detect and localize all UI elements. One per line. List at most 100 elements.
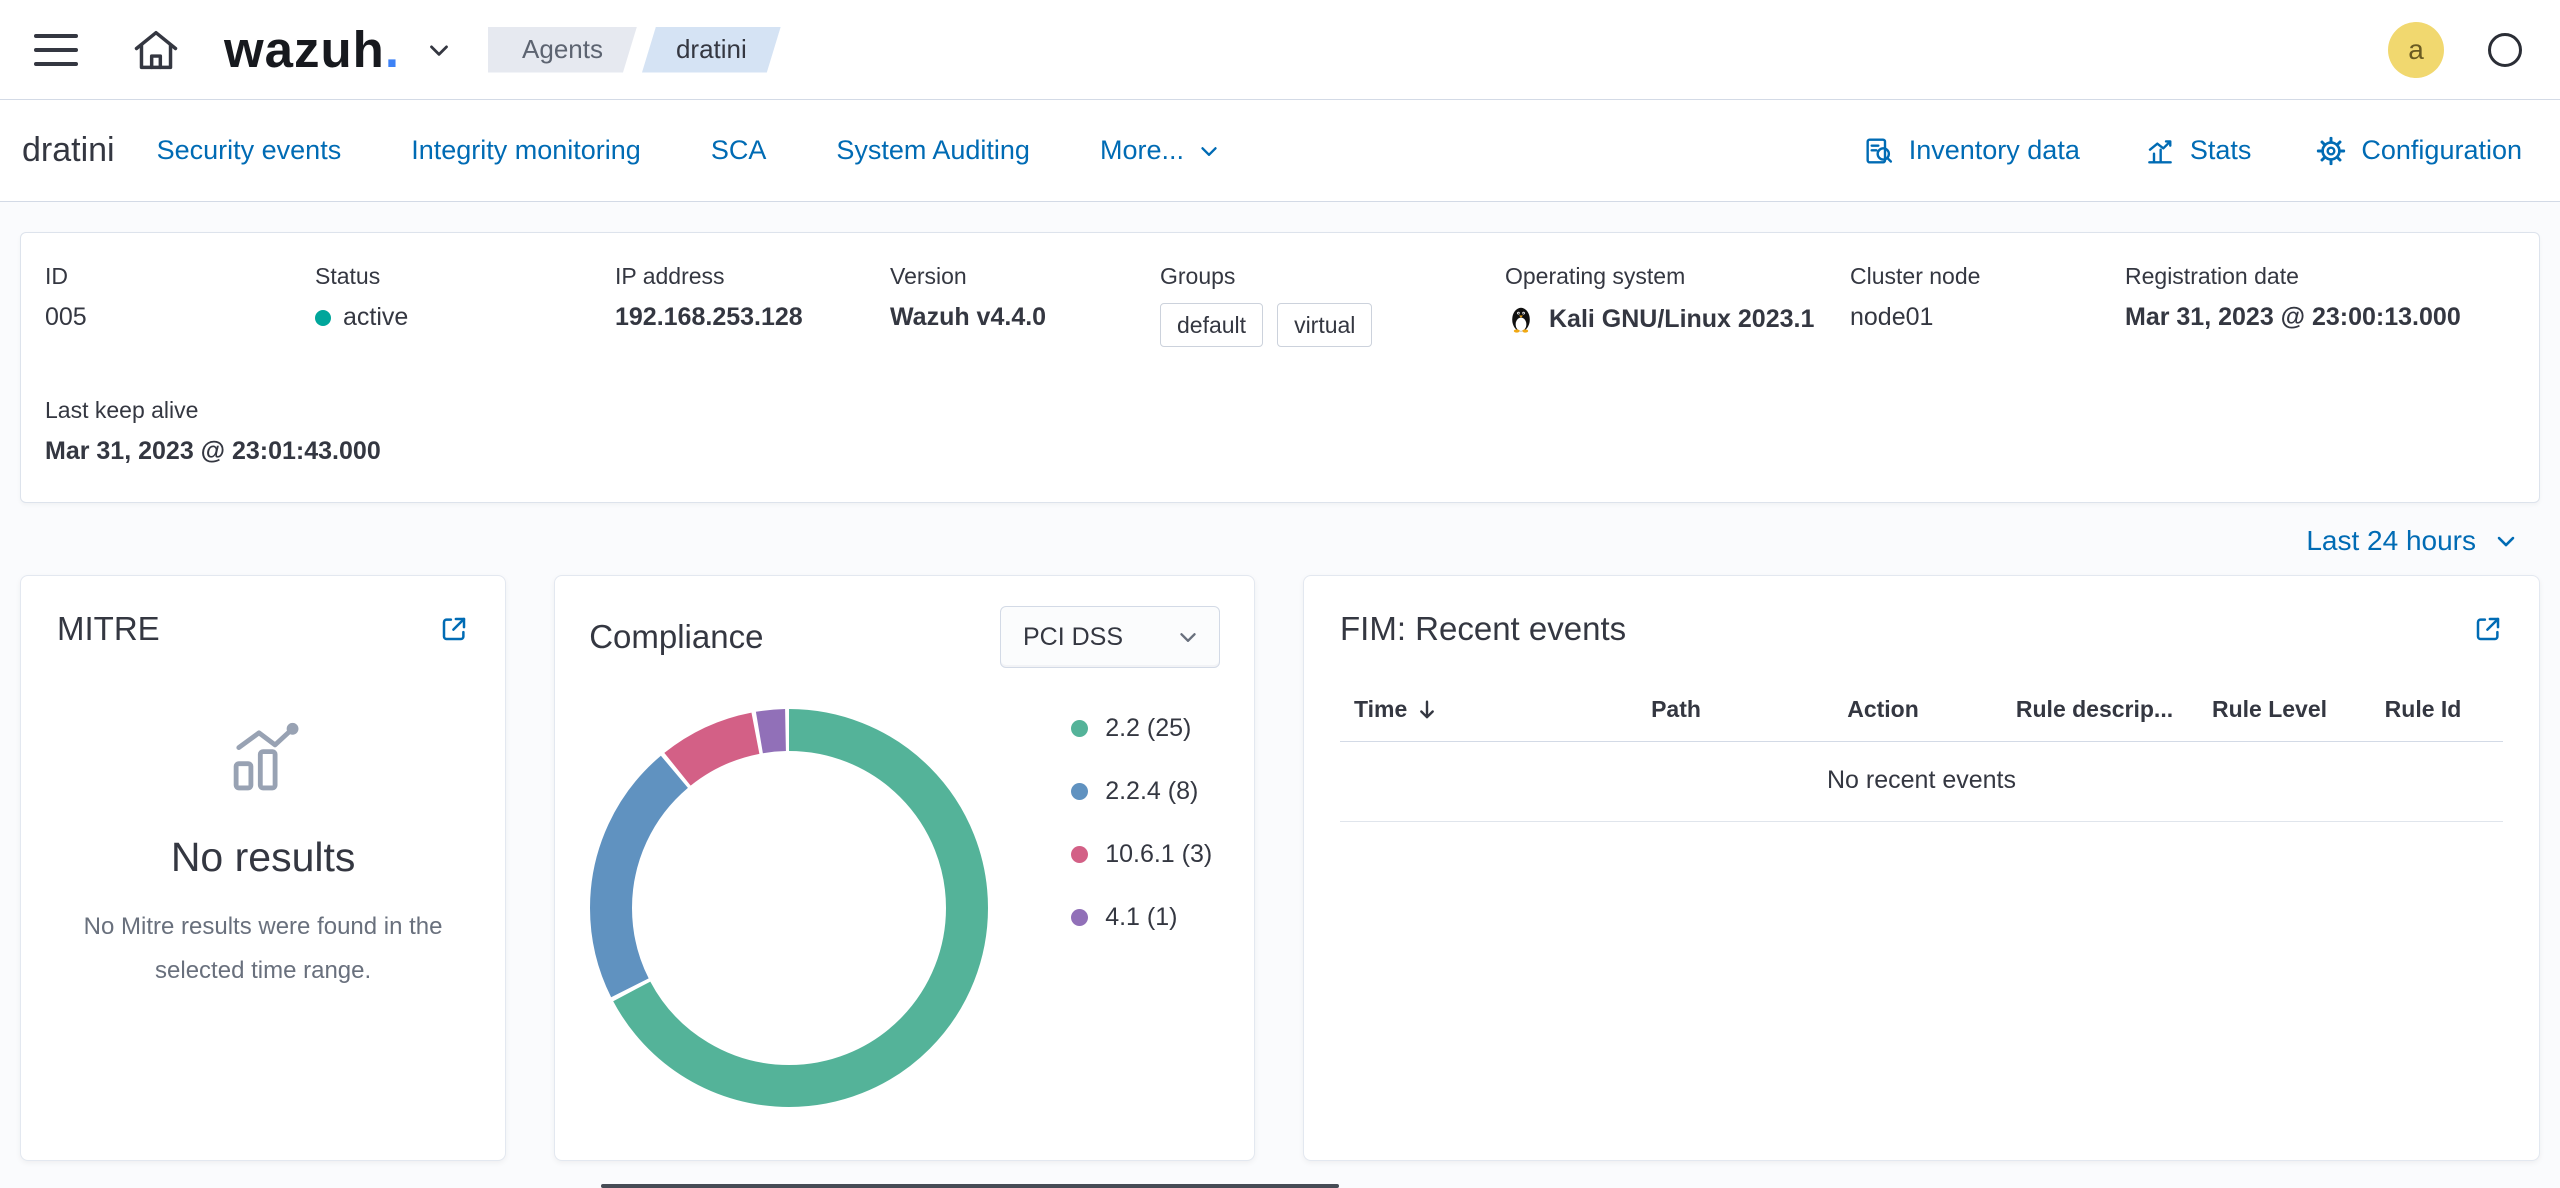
column-header-time[interactable]: Time [1340, 696, 1579, 723]
legend-item[interactable]: 4.1 (1) [1071, 903, 1212, 932]
field-os-text: Kali GNU/Linux 2023.1 [1549, 304, 1815, 333]
configuration-button[interactable]: Configuration [2315, 135, 2522, 167]
mitre-title: MITRE [57, 610, 160, 647]
compliance-legend: 2.2 (25) 2.2.4 (8) 10.6.1 (3) 4.1 (1) [1071, 714, 1212, 932]
field-ip: IP address 192.168.253.128 [615, 263, 890, 347]
mitre-card-header: MITRE [57, 610, 469, 648]
column-header-rule-id[interactable]: Rule Id [2343, 696, 2503, 723]
field-version-value: Wazuh v4.4.0 [890, 303, 1047, 331]
stats-button[interactable]: Stats [2144, 135, 2252, 167]
legend-item[interactable]: 2.2.4 (8) [1071, 777, 1212, 806]
tab-more-label: More... [1099, 135, 1184, 165]
fim-open-button[interactable] [2473, 614, 2503, 644]
app-switcher-button[interactable] [424, 35, 454, 65]
legend-dot [1071, 846, 1089, 863]
column-header-path[interactable]: Path [1579, 696, 1773, 723]
chevron-down-icon [430, 45, 448, 56]
wazuh-logo[interactable]: wazuh. [224, 20, 400, 79]
column-header-rule-level[interactable]: Rule Level [2196, 696, 2343, 723]
compliance-title: Compliance [589, 618, 764, 655]
agent-nav: dratini Security events Integrity monito… [0, 100, 2560, 202]
circle-outline-icon[interactable] [2488, 32, 2522, 67]
field-cluster: Cluster node node01 [1850, 263, 2125, 347]
fim-empty-message: No recent events [1340, 742, 2503, 822]
tab-more[interactable]: More... [1100, 135, 1222, 166]
chevron-down-icon [2497, 536, 2515, 547]
field-keepalive-value: Mar 31, 2023 @ 23:01:43.000 [45, 437, 381, 465]
legend-label: 2.2.4 (8) [1105, 777, 1199, 805]
breadcrumb-agent-name[interactable]: dratini [642, 27, 781, 73]
tab-security-events[interactable]: Security events [157, 135, 342, 166]
dashboard-cards: MITRE No results No Mitre results were f… [20, 575, 2540, 1161]
field-status-label: Status [315, 263, 381, 289]
column-header-rule-description[interactable]: Rule descrip... [1993, 696, 2196, 723]
logo-text: wazuh [224, 21, 385, 78]
tab-sca[interactable]: SCA [711, 135, 767, 166]
breadcrumb-agents[interactable]: Agents [488, 27, 637, 73]
status-badge: active [315, 303, 615, 332]
agent-fields: ID 005 Status active IP address 192.168.… [45, 263, 2515, 347]
fim-card: FIM: Recent events Time Path Action Rule… [1303, 575, 2540, 1161]
field-registration-label: Registration date [2125, 263, 2299, 289]
legend-dot [1071, 909, 1089, 926]
field-id: ID 005 [45, 263, 315, 347]
gear-icon [2317, 136, 2346, 165]
status-dot [315, 309, 331, 326]
inventory-data-label: Inventory data [1908, 135, 2080, 165]
legend-label: 2.2 (25) [1105, 714, 1192, 742]
stats-label: Stats [2189, 135, 2252, 165]
agent-info-panel: ID 005 Status active IP address 192.168.… [20, 232, 2540, 503]
linux-penguin-icon [1505, 303, 1537, 335]
column-header-action[interactable]: Action [1773, 696, 1993, 723]
field-registration-value: Mar 31, 2023 @ 23:00:13.000 [2125, 303, 2461, 331]
compliance-requirement-value: PCI DSS [1023, 622, 1124, 651]
time-range-row: Last 24 hours [0, 503, 2560, 575]
top-header: wazuh. Agents dratini a [0, 0, 2560, 100]
tab-integrity-monitoring[interactable]: Integrity monitoring [411, 135, 641, 166]
legend-label: 10.6.1 (3) [1105, 840, 1213, 868]
field-groups-label: Groups [1160, 263, 1236, 289]
fim-events-table: Time Path Action Rule descrip... Rule Le… [1340, 684, 2503, 822]
header-right: a [2388, 21, 2522, 78]
window-bottom-edge [601, 1184, 1339, 1188]
chevron-down-icon [1201, 146, 1217, 156]
legend-dot [1071, 720, 1089, 737]
legend-dot [1071, 783, 1089, 800]
avatar[interactable]: a [2388, 21, 2444, 78]
group-badge-virtual[interactable]: virtual [1277, 303, 1373, 347]
inventory-icon [1866, 137, 1892, 164]
fim-card-header: FIM: Recent events [1340, 610, 2503, 648]
time-range-label: Last 24 hours [2306, 525, 2476, 556]
home-icon [134, 30, 178, 69]
inventory-data-button[interactable]: Inventory data [1863, 135, 2080, 167]
logo-dot: . [384, 21, 401, 78]
time-range-picker[interactable]: Last 24 hours [2306, 525, 2520, 557]
stats-icon [2147, 139, 2172, 164]
group-badge-default[interactable]: default [1160, 303, 1264, 347]
field-status: Status active [315, 263, 615, 347]
field-ip-value: 192.168.253.128 [615, 303, 803, 331]
legend-label: 4.1 (1) [1105, 903, 1178, 931]
home-button[interactable] [130, 24, 182, 76]
mitre-open-button[interactable] [439, 614, 469, 644]
field-version: Version Wazuh v4.4.0 [890, 263, 1160, 347]
status-text: active [343, 303, 409, 331]
external-link-icon [442, 617, 466, 641]
page-title: dratini [22, 131, 115, 169]
fim-table-header: Time Path Action Rule descrip... Rule Le… [1340, 684, 2503, 742]
breadcrumb: Agents dratini [488, 27, 781, 73]
fim-title: FIM: Recent events [1340, 610, 1627, 647]
compliance-card: Compliance PCI DSS 2.2 (25) 2.2.4 (8) 10… [554, 575, 1255, 1161]
menu-icon[interactable] [34, 33, 78, 66]
field-os: Operating system Kali GNU/Linux 2023.1 [1505, 263, 1850, 347]
field-cluster-label: Cluster node [1850, 263, 1981, 289]
agent-tabs: Security events Integrity monitoring SCA… [157, 135, 1222, 166]
mitre-empty-message: No Mitre results were found in the selec… [83, 913, 443, 984]
legend-item[interactable]: 10.6.1 (3) [1071, 840, 1212, 869]
tab-system-auditing[interactable]: System Auditing [836, 135, 1030, 166]
field-keepalive: Last keep alive Mar 31, 2023 @ 23:01:43.… [45, 397, 2515, 466]
mitre-empty-state: No results No Mitre results were found i… [57, 714, 469, 993]
legend-item[interactable]: 2.2 (25) [1071, 714, 1212, 743]
compliance-requirement-select[interactable]: PCI DSS [1000, 606, 1220, 668]
compliance-donut-chart[interactable] [589, 708, 989, 1108]
